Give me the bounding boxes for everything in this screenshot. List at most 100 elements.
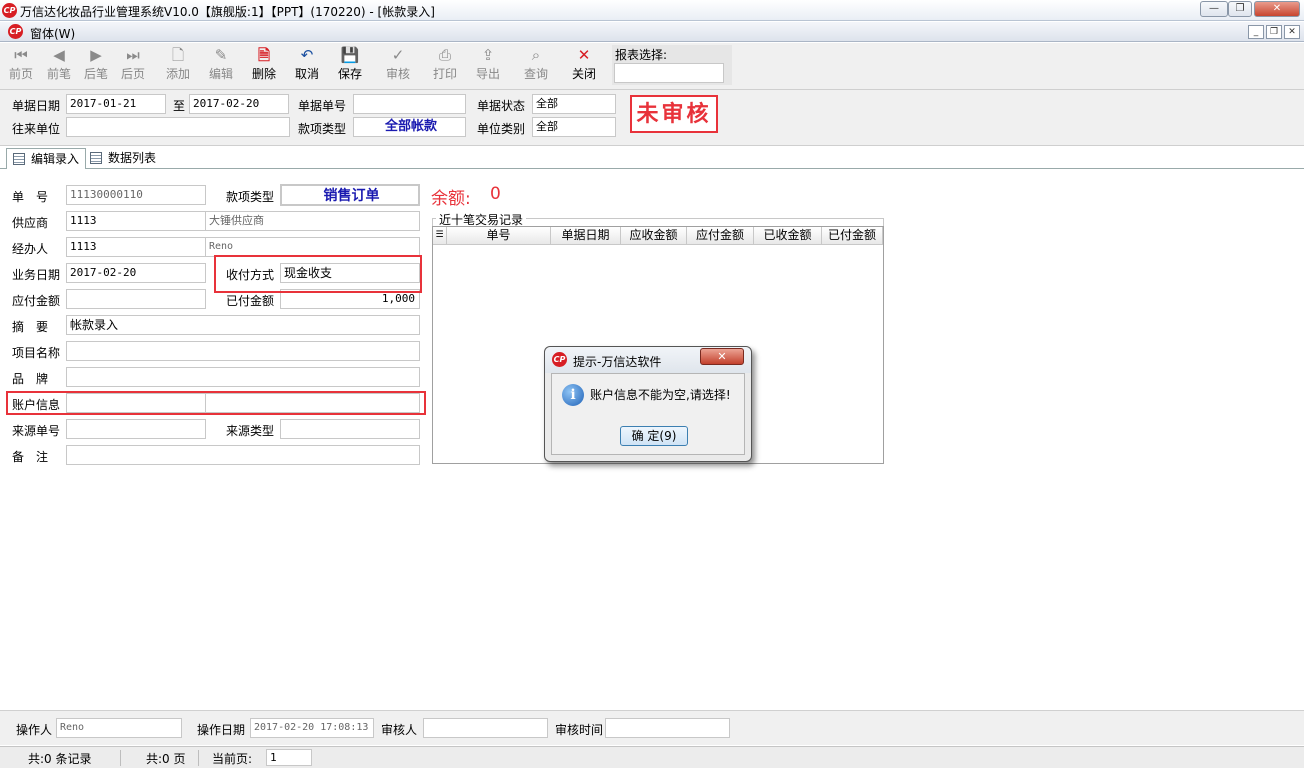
- dialog-close-button[interactable]: ✕: [700, 348, 744, 365]
- menu-window[interactable]: 窗体(W): [30, 25, 75, 42]
- ok-button[interactable]: 确 定(9): [620, 426, 688, 446]
- undo-icon: ↶: [300, 46, 314, 64]
- form-icon: [13, 153, 25, 165]
- auditor-label: 审核人: [381, 723, 418, 737]
- brand-label: 品 牌: [12, 372, 49, 386]
- remark-input[interactable]: [66, 445, 420, 465]
- list-icon: [90, 152, 102, 164]
- page-count: 共:0 页: [146, 752, 186, 766]
- srctype-input[interactable]: [280, 419, 420, 439]
- grid-header-no[interactable]: 单号: [447, 227, 551, 245]
- dialog-title: 提示-万信达软件: [573, 355, 662, 369]
- next-icon: ▶: [90, 46, 102, 64]
- tab-list[interactable]: 数据列表: [84, 148, 162, 169]
- cancel-button[interactable]: ↶ 取消: [286, 45, 328, 87]
- unitcat-label: 单位类别: [477, 122, 526, 136]
- next-record-button[interactable]: ▶ 后笔: [75, 45, 117, 87]
- balance-label: 余额:: [431, 189, 471, 209]
- summary-label: 摘 要: [12, 320, 49, 334]
- opdate-field: 2017-02-20 17:08:13: [250, 718, 374, 738]
- srcno-input[interactable]: [66, 419, 206, 439]
- audit-icon: ✓: [391, 46, 405, 64]
- status-label: 单据状态: [477, 99, 526, 113]
- srctype-label: 来源类型: [226, 424, 275, 438]
- tab-edit[interactable]: 编辑录入: [6, 148, 87, 169]
- supplier-name-field: 大锤供应商: [205, 211, 420, 231]
- handler-label: 经办人: [12, 242, 49, 256]
- mdi-minimize-button[interactable]: _: [1248, 25, 1264, 39]
- form-type-select[interactable]: 销售订单: [280, 184, 420, 206]
- query-button[interactable]: ⌕ 查询: [515, 45, 557, 87]
- partner-input[interactable]: [66, 117, 290, 137]
- restore-button[interactable]: ❐: [1228, 1, 1252, 17]
- handler-code-input[interactable]: 1113: [66, 237, 206, 257]
- save-icon: 💾: [340, 46, 360, 64]
- close-window-button[interactable]: ✕: [1254, 1, 1300, 17]
- edit-button[interactable]: ✎ 编辑: [200, 45, 242, 87]
- paymethod-highlight: [214, 255, 422, 293]
- record-count: 共:0 条记录: [28, 752, 92, 766]
- paid-label: 已付金额: [226, 294, 275, 308]
- docno-input[interactable]: [353, 94, 466, 114]
- add-icon: 🗋: [171, 46, 185, 64]
- audit-status-stamp: 未审核: [630, 95, 718, 133]
- mdi-restore-button[interactable]: ❐: [1266, 25, 1282, 39]
- current-page-label: 当前页:: [212, 752, 253, 766]
- summary-input[interactable]: 帐款录入: [66, 315, 420, 335]
- payable-label: 应付金额: [12, 294, 61, 308]
- grid-header-receivable[interactable]: 应收金额: [621, 227, 687, 245]
- edit-icon: ✎: [214, 46, 228, 64]
- dialog-message: 账户信息不能为空,请选择!: [590, 388, 731, 402]
- minimize-button[interactable]: —: [1200, 1, 1228, 17]
- print-button[interactable]: ⎙ 打印: [424, 45, 466, 87]
- delete-icon: 🗎: [257, 46, 271, 64]
- grid-header-payable[interactable]: 应付金额: [687, 227, 754, 245]
- status-bar: 共:0 条记录 共:0 页 当前页: 1: [0, 746, 1304, 768]
- type-label: 款项类型: [298, 122, 347, 136]
- close-icon: ✕: [577, 46, 591, 64]
- grid-header-date[interactable]: 单据日期: [551, 227, 621, 245]
- opdate-label: 操作日期: [197, 723, 246, 737]
- last-page-button[interactable]: ⏭ 后页: [112, 45, 154, 87]
- report-select-panel: 报表选择:: [612, 45, 732, 85]
- date-to-input[interactable]: 2017-02-20: [189, 94, 289, 114]
- auditor-field: [423, 718, 548, 738]
- report-select-input[interactable]: [614, 63, 724, 83]
- srcno-label: 来源单号: [12, 424, 61, 438]
- mdi-close-button[interactable]: ✕: [1284, 25, 1300, 39]
- brand-input[interactable]: [66, 367, 420, 387]
- alert-dialog: CP 提示-万信达软件 ✕ i 账户信息不能为空,请选择! 确 定(9): [544, 346, 752, 462]
- export-button[interactable]: ⇪ 导出: [467, 45, 509, 87]
- date-from-input[interactable]: 2017-01-21: [66, 94, 166, 114]
- dialog-body: i 账户信息不能为空,请选择! 确 定(9): [551, 373, 745, 455]
- close-form-button[interactable]: ✕ 关闭: [563, 45, 605, 87]
- delete-button[interactable]: 🗎 删除: [243, 45, 285, 87]
- balance-value: 0: [490, 184, 501, 204]
- save-button[interactable]: 💾 保存: [329, 45, 371, 87]
- grid-header-received[interactable]: 已收金额: [754, 227, 822, 245]
- supplier-label: 供应商: [12, 216, 49, 230]
- dialog-logo-icon: CP: [552, 352, 567, 367]
- no-input: 11130000110: [66, 185, 206, 205]
- payable-input[interactable]: [66, 289, 206, 309]
- status-select[interactable]: 全部: [532, 94, 616, 114]
- no-label: 单 号: [12, 190, 49, 204]
- current-page-input[interactable]: 1: [266, 749, 312, 766]
- window-title: 万信达化妆品行业管理系统V10.0【旗舰版:1】【PPT】(170220) - …: [20, 5, 435, 19]
- type-select[interactable]: 全部帐款: [353, 117, 466, 137]
- unitcat-select[interactable]: 全部: [532, 117, 616, 137]
- report-select-label: 报表选择:: [615, 48, 668, 62]
- add-button[interactable]: 🗋 添加: [157, 45, 199, 87]
- operator-label: 操作人: [16, 723, 53, 737]
- supplier-code-input[interactable]: 1113: [66, 211, 206, 231]
- prev-record-button[interactable]: ◀ 前笔: [38, 45, 80, 87]
- grid-header-paid[interactable]: 已付金额: [822, 227, 883, 245]
- first-page-button[interactable]: ⏮ 前页: [0, 45, 42, 87]
- docno-label: 单据单号: [298, 99, 347, 113]
- first-icon: ⏮: [14, 46, 28, 64]
- audittime-field: [605, 718, 730, 738]
- audit-button[interactable]: ✓ 审核: [377, 45, 419, 87]
- project-input[interactable]: [66, 341, 420, 361]
- form-logo-icon: CP: [8, 24, 23, 39]
- bizdate-input[interactable]: 2017-02-20: [66, 263, 206, 283]
